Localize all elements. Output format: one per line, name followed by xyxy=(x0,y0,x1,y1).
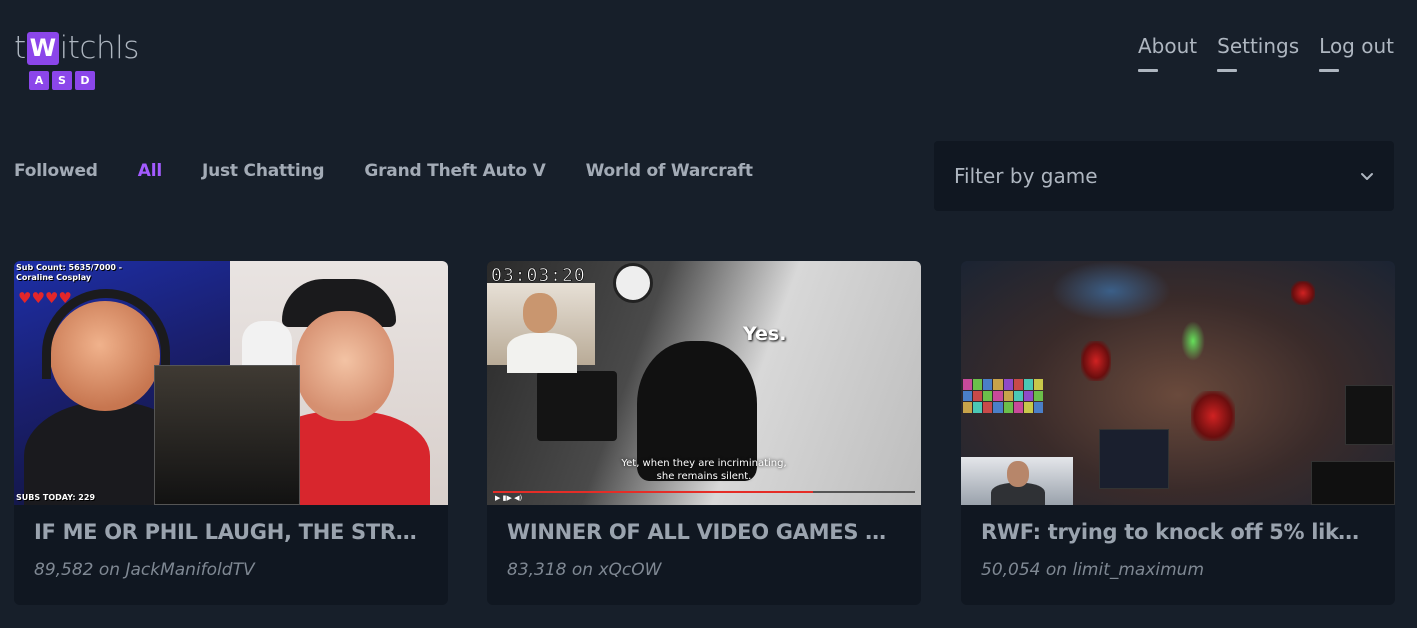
player-controls-icon: ▶ ▮▶ ◀) xyxy=(495,494,523,502)
logo-key-a: A xyxy=(29,71,49,90)
filter-by-game-select[interactable]: Filter by game xyxy=(934,141,1394,211)
stream-meta[interactable]: 50,054 on limit_maximum xyxy=(981,560,1204,580)
tab-followed[interactable]: Followed xyxy=(14,161,98,181)
logo-sub-keys: A S D xyxy=(29,71,139,90)
overlay-time: 03:03:20 xyxy=(491,265,586,287)
overlay-subs-today: SUBS TODAY: 229 xyxy=(16,493,96,502)
stream-meta[interactable]: 89,582 on JackManifoldTV xyxy=(34,560,255,580)
stream-thumbnail[interactable]: Sub Count: 5635/7000 - Coraline Cosplay … xyxy=(14,261,448,505)
tab-gta-v[interactable]: Grand Theft Auto V xyxy=(364,161,545,181)
hearts-overlay: ♥♥♥♥ xyxy=(18,289,72,307)
raid-frames xyxy=(963,379,1043,413)
stream-meta[interactable]: 83,318 on xQcOW xyxy=(507,560,661,580)
tab-all[interactable]: All xyxy=(138,161,162,181)
overlay-subtitle-line1: Yet, when they are incriminating, xyxy=(621,458,787,469)
stream-card[interactable]: RWF: trying to knock off 5% like a... 50… xyxy=(961,261,1395,605)
stream-card[interactable]: 03:03:20 Yes. Yet, when they are incrimi… xyxy=(487,261,921,605)
logo[interactable]: t Witchls A S D xyxy=(14,30,139,90)
overlay-caption: Yes. xyxy=(743,323,787,345)
webcam-overlay xyxy=(487,283,595,373)
overlay-subtitle: Yet, when they are incriminating, she re… xyxy=(587,457,821,483)
nav-logout-link[interactable]: Log out xyxy=(1319,34,1394,72)
tooltip-panel xyxy=(1345,385,1393,445)
chevron-down-icon xyxy=(1360,169,1374,183)
top-nav: About Settings Log out xyxy=(1137,34,1394,72)
nav-about-link[interactable]: About xyxy=(1137,34,1197,72)
logo-suffix: itchls xyxy=(59,30,140,66)
logo-highlight: W xyxy=(26,31,59,65)
stream-title[interactable]: RWF: trying to knock off 5% like a... xyxy=(981,520,1371,544)
party-frames xyxy=(1099,429,1169,489)
tab-world-of-warcraft[interactable]: World of Warcraft xyxy=(586,161,753,181)
logo-wordmark: t Witchls xyxy=(14,30,139,66)
overlay-sub-count: Sub Count: 5635/7000 - Coraline Cosplay xyxy=(16,263,123,282)
stream-title[interactable]: WINNER OF ALL VIDEO GAMES CH... xyxy=(507,520,897,544)
logo-key-d: D xyxy=(75,71,95,90)
logo-prefix: t xyxy=(14,30,26,66)
stream-thumbnail[interactable]: 03:03:20 Yes. Yet, when they are incrimi… xyxy=(487,261,921,505)
filter-placeholder: Filter by game xyxy=(954,164,1098,188)
stream-thumbnail[interactable] xyxy=(961,261,1395,505)
overlay-subtitle-line2: she remains silent. xyxy=(656,471,752,482)
nav-settings-link[interactable]: Settings xyxy=(1217,34,1299,72)
stream-card[interactable]: Sub Count: 5635/7000 - Coraline Cosplay … xyxy=(14,261,448,605)
webcam-overlay xyxy=(961,457,1073,505)
stream-title[interactable]: IF ME OR PHIL LAUGH, THE STREA... xyxy=(34,520,424,544)
damage-meter xyxy=(1311,461,1395,505)
category-tabs: Followed All Just Chatting Grand Theft A… xyxy=(14,161,753,181)
logo-key-s: S xyxy=(52,71,72,90)
tab-just-chatting[interactable]: Just Chatting xyxy=(202,161,325,181)
